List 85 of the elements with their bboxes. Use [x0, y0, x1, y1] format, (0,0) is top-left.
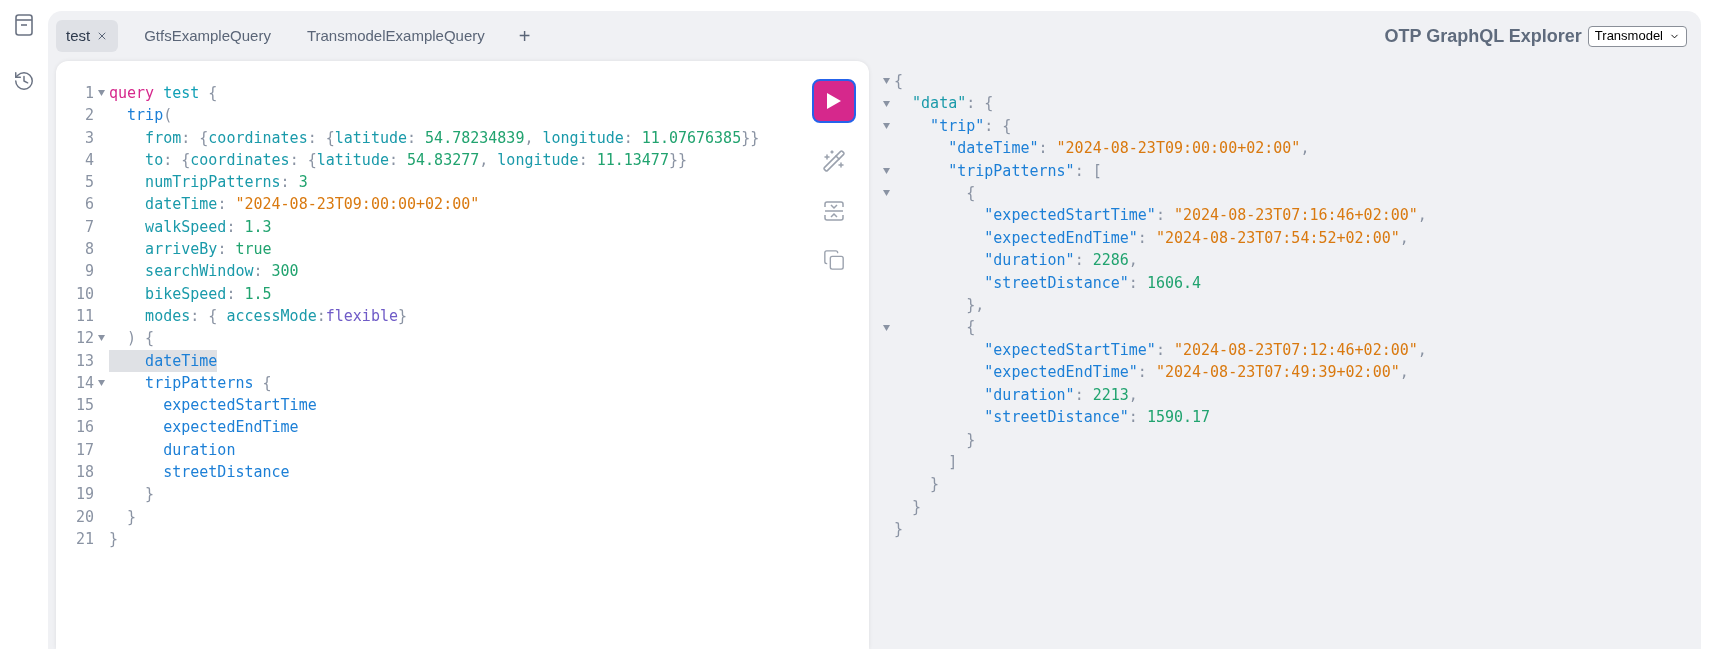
fold-arrow-icon[interactable] [882, 78, 890, 85]
merge-fragments-icon[interactable] [822, 199, 846, 223]
result-line: } [894, 519, 904, 541]
line-number: 20 [74, 506, 94, 528]
result-line: "tripPatterns": [ [947, 160, 1102, 182]
fold-arrow-icon[interactable] [882, 100, 890, 107]
code-line: walkSpeed: 1.3 [144, 216, 272, 238]
line-number: 4 [83, 149, 94, 171]
result-line: { [965, 317, 976, 339]
result-line: "streetDistance": 1590.17 [983, 407, 1211, 429]
result-line: } [929, 474, 940, 496]
line-number: 6 [83, 194, 94, 216]
result-line: { [965, 183, 976, 205]
line-number: 16 [74, 417, 94, 439]
line-number: 9 [83, 261, 94, 283]
code-line: ) { [126, 328, 155, 350]
line-number: 5 [83, 172, 94, 194]
result-line: "data": { [911, 93, 994, 115]
result-line: "duration": 2213, [983, 384, 1138, 406]
code-line: expectedEndTime [162, 417, 299, 439]
history-icon[interactable] [13, 70, 35, 92]
code-line: } [109, 528, 119, 550]
line-number: 11 [74, 305, 94, 327]
line-number: 8 [83, 239, 94, 261]
code-line: searchWindow: 300 [144, 261, 299, 283]
app-title: OTP GraphQL Explorer [1384, 24, 1582, 48]
line-number: 3 [83, 127, 94, 149]
code-line: bikeSpeed: 1.5 [144, 283, 272, 305]
line-number: 17 [74, 439, 94, 461]
line-number: 7 [83, 216, 94, 238]
api-select[interactable]: Transmodel [1587, 25, 1687, 47]
line-number: 18 [74, 462, 94, 484]
fold-arrow-icon[interactable] [882, 190, 890, 197]
code-line: } [144, 484, 155, 506]
query-tab[interactable]: test [56, 20, 119, 52]
result-line: { [894, 71, 904, 92]
code-line: streetDistance [162, 462, 290, 484]
result-line: "expectedEndTime": "2024-08-23T07:54:52+02:00", [983, 227, 1409, 249]
query-tab[interactable]: TransmodelExampleQuery [296, 20, 495, 52]
result-line: "duration": 2286, [983, 250, 1138, 272]
result-line: }, [965, 295, 985, 317]
run-button[interactable] [812, 79, 856, 123]
result-line: ] [947, 451, 958, 473]
code-line: dateTime: "2024-08-23T09:00:00+02:00" [144, 194, 480, 216]
result-line: "expectedStartTime": "2024-08-23T07:12:46+02:00", [983, 339, 1427, 361]
fold-arrow-icon[interactable] [882, 123, 890, 129]
query-tab[interactable]: GtfsExampleQuery [134, 20, 281, 52]
code-line: query test { [109, 83, 218, 104]
code-line: tripPatterns { [144, 372, 272, 394]
fold-arrow-icon[interactable] [882, 167, 890, 174]
line-number: 19 [74, 484, 94, 506]
line-number: 12 [74, 328, 94, 350]
line-number: 21 [74, 528, 94, 550]
result-line: "streetDistance": 1606.4 [983, 272, 1202, 294]
code-line: to: {coordinates: {latitude: 54.83277, longitude: 11.13477}} [144, 149, 687, 171]
add-tab-button[interactable]: + [510, 26, 539, 46]
code-line: modes: { accessMode:flexible} [144, 305, 408, 327]
code-line: from: {coordinates: {latitude: 54.78234839, longitude: 11.07676385}} [144, 127, 760, 149]
code-line: } [126, 506, 137, 528]
line-number: 14 [74, 372, 94, 394]
result-line: "expectedStartTime": "2024-08-23T07:16:46+02:00", [983, 205, 1427, 227]
fold-arrow-icon[interactable] [882, 324, 890, 331]
play-icon [826, 92, 842, 110]
code-line: duration [162, 439, 236, 461]
prettify-icon[interactable] [822, 149, 846, 173]
line-number: 10 [74, 283, 94, 305]
result-line: "dateTime": "2024-08-23T09:00:00+02:00", [947, 138, 1310, 160]
line-number: 13 [74, 350, 94, 372]
code-line: trip( [126, 105, 173, 127]
fold-arrow-icon[interactable] [98, 90, 105, 97]
fold-arrow-icon[interactable] [98, 335, 105, 342]
result-line: } [911, 496, 922, 518]
fold-arrow-icon[interactable] [98, 380, 105, 386]
result-line: "trip": { [929, 115, 1012, 137]
query-editor[interactable] [56, 61, 869, 649]
code-line: expectedStartTime [162, 395, 317, 417]
line-number: 1 [83, 83, 94, 104]
code-line: arriveBy: true [144, 239, 272, 261]
line-number: 15 [74, 395, 94, 417]
line-number: 2 [83, 105, 94, 127]
copy-icon[interactable] [823, 249, 845, 271]
code-line: numTripPatterns: 3 [144, 172, 308, 194]
result-line: } [965, 429, 976, 451]
docs-icon[interactable] [15, 14, 33, 36]
result-line: "expectedEndTime": "2024-08-23T07:49:39+02:00", [983, 362, 1409, 384]
